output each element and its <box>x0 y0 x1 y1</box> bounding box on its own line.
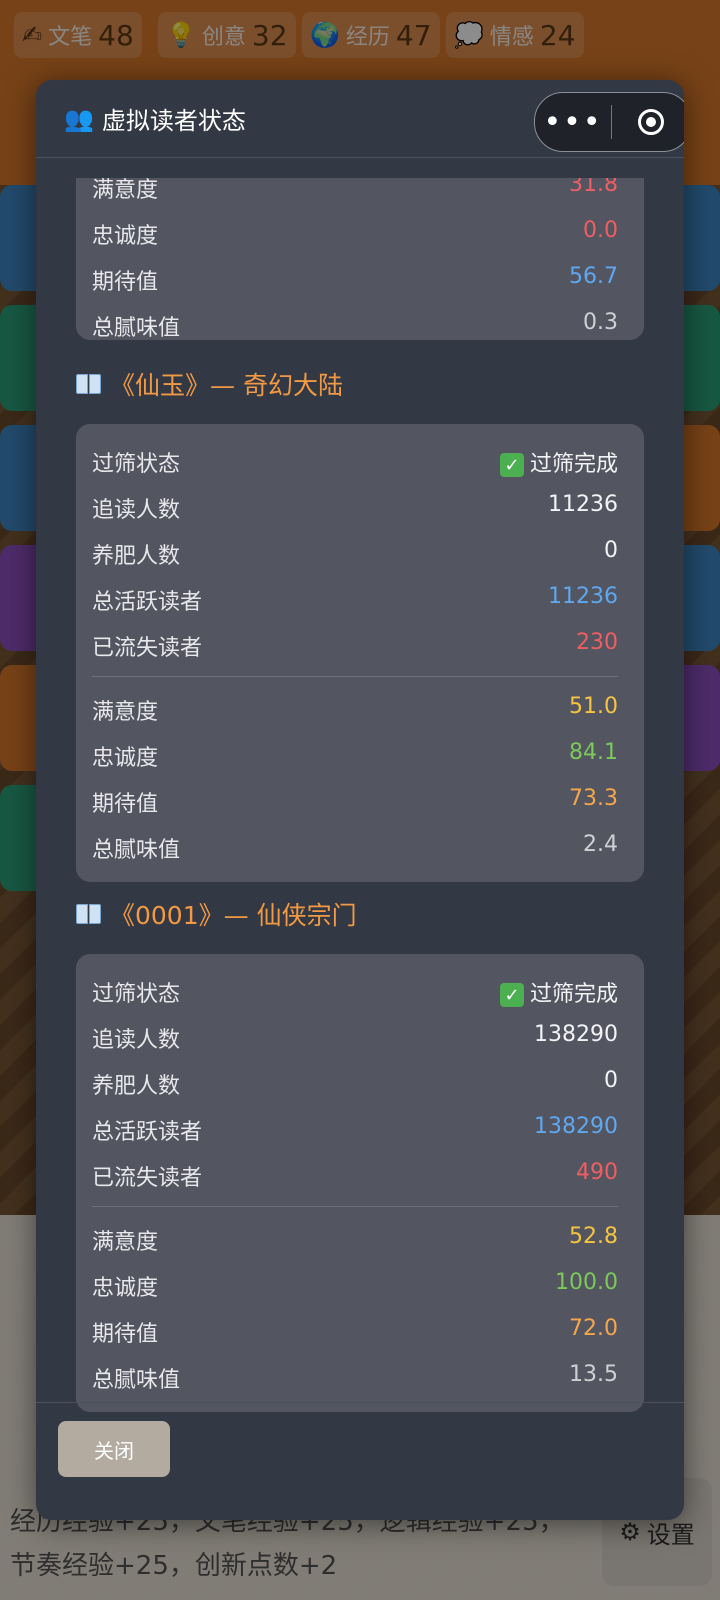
stat-row: 追读人数 11236 <box>92 492 618 524</box>
readers-icon: 👥 <box>64 104 94 133</box>
metric-row: 忠诚度 84.1 <box>92 740 618 772</box>
metric-row: 期待值 72.0 <box>92 1316 618 1348</box>
reader-status-modal: 👥 虚拟读者状态 ••• 满意度 31.8 忠诚度 0.0 期待值 56.7 总… <box>36 80 684 1520</box>
metric-value: 0.3 <box>583 310 618 335</box>
book-card: 过筛状态 ✓ 过筛完成 追读人数 138290 养肥人数 0 总活跃读者 1382… <box>76 954 644 1412</box>
book-title: 《仙玉》— 奇幻大陆 <box>110 371 343 400</box>
stat-label: 总活跃读者 <box>92 1120 203 1145</box>
stat-value: 0 <box>604 1068 618 1093</box>
metric-row: 期待值 56.7 <box>92 264 618 296</box>
stat-row: 养肥人数 0 <box>92 1068 618 1100</box>
metric-row: 总腻味值 13.5 <box>92 1362 618 1394</box>
book-title-row: 《0001》— 仙侠宗门 <box>76 896 357 932</box>
metric-label: 总腻味值 <box>92 1368 181 1393</box>
metric-label: 忠诚度 <box>92 224 159 249</box>
stat-value: 11236 <box>548 584 618 609</box>
filter-row: 过筛状态 ✓ 过筛完成 <box>92 446 618 478</box>
stat-label: 总活跃读者 <box>92 590 203 615</box>
metric-row: 忠诚度 100.0 <box>92 1270 618 1302</box>
metric-value: 72.0 <box>569 1316 618 1341</box>
metric-label: 总腻味值 <box>92 838 181 863</box>
metric-label: 期待值 <box>92 792 159 817</box>
modal-footer: 关闭 <box>36 1402 684 1520</box>
metric-value: 73.3 <box>569 786 618 811</box>
modal-scroll-area[interactable]: 满意度 31.8 忠诚度 0.0 期待值 56.7 总腻味值 0.3 《仙玉》—… <box>36 178 684 1508</box>
target-icon <box>638 109 664 135</box>
check-icon: ✓ <box>499 983 524 1007</box>
stat-label: 追读人数 <box>92 498 181 523</box>
metric-row: 总腻味值 0.3 <box>92 310 618 342</box>
metric-row: 忠诚度 0.0 <box>92 218 618 250</box>
metric-label: 满意度 <box>92 700 159 725</box>
metric-row: 满意度 31.8 <box>92 178 618 204</box>
stat-row: 追读人数 138290 <box>92 1022 618 1054</box>
filter-value: 过筛完成 <box>529 982 618 1007</box>
check-icon: ✓ <box>499 453 524 477</box>
stat-row: 已流失读者 490 <box>92 1160 618 1192</box>
book-title-row: 《仙玉》— 奇幻大陆 <box>76 366 343 402</box>
stat-label: 追读人数 <box>92 1028 181 1053</box>
book-card: 过筛状态 ✓ 过筛完成 追读人数 11236 养肥人数 0 总活跃读者 11236… <box>76 424 644 882</box>
metric-label: 期待值 <box>92 1322 159 1347</box>
stat-value: 0 <box>604 538 618 563</box>
book-title: 《0001》— 仙侠宗门 <box>110 901 357 930</box>
stat-row: 总活跃读者 138290 <box>92 1114 618 1146</box>
metric-value: 52.8 <box>569 1224 618 1249</box>
modal-title: 虚拟读者状态 <box>101 107 246 135</box>
filter-label: 过筛状态 <box>92 452 181 477</box>
stat-label: 养肥人数 <box>92 544 181 569</box>
close-button[interactable]: 关闭 <box>58 1421 170 1477</box>
stat-row: 养肥人数 0 <box>92 538 618 570</box>
stat-label: 已流失读者 <box>92 636 203 661</box>
metric-value: 51.0 <box>569 694 618 719</box>
book-card-partial: 满意度 31.8 忠诚度 0.0 期待值 56.7 总腻味值 0.3 <box>76 178 644 342</box>
filter-status: ✓ 过筛完成 <box>499 976 618 1008</box>
card-divider <box>92 1206 618 1207</box>
metric-row: 满意度 51.0 <box>92 694 618 726</box>
book-icon <box>76 374 102 394</box>
miniprogram-capsule: ••• <box>534 92 684 152</box>
stat-value: 230 <box>576 630 618 655</box>
metric-value: 100.0 <box>555 1270 618 1295</box>
metric-value: 2.4 <box>583 832 618 857</box>
metric-label: 忠诚度 <box>92 746 159 771</box>
book-icon <box>76 904 102 924</box>
metric-label: 满意度 <box>92 1230 159 1255</box>
filter-label: 过筛状态 <box>92 982 181 1007</box>
stat-label: 已流失读者 <box>92 1166 203 1191</box>
metric-value: 84.1 <box>569 740 618 765</box>
exit-miniprogram-button[interactable] <box>612 109 684 135</box>
more-menu-button[interactable]: ••• <box>535 105 611 140</box>
stat-row: 已流失读者 230 <box>92 630 618 662</box>
card-divider <box>92 676 618 677</box>
stat-value: 11236 <box>548 492 618 517</box>
metric-row: 期待值 73.3 <box>92 786 618 818</box>
metric-row: 满意度 52.8 <box>92 1224 618 1256</box>
filter-status: ✓ 过筛完成 <box>499 446 618 478</box>
metric-value: 56.7 <box>569 264 618 289</box>
filter-row: 过筛状态 ✓ 过筛完成 <box>92 976 618 1008</box>
metric-label: 期待值 <box>92 270 159 295</box>
metric-row: 总腻味值 2.4 <box>92 832 618 864</box>
stat-value: 490 <box>576 1160 618 1185</box>
metric-label: 满意度 <box>92 178 159 203</box>
stat-value: 138290 <box>534 1022 618 1047</box>
stat-row: 总活跃读者 11236 <box>92 584 618 616</box>
metric-value: 31.8 <box>569 178 618 197</box>
metric-label: 总腻味值 <box>92 316 181 341</box>
metric-value: 13.5 <box>569 1362 618 1387</box>
metric-value: 0.0 <box>583 218 618 243</box>
metric-label: 忠诚度 <box>92 1276 159 1301</box>
filter-value: 过筛完成 <box>529 452 618 477</box>
stat-value: 138290 <box>534 1114 618 1139</box>
stat-label: 养肥人数 <box>92 1074 181 1099</box>
